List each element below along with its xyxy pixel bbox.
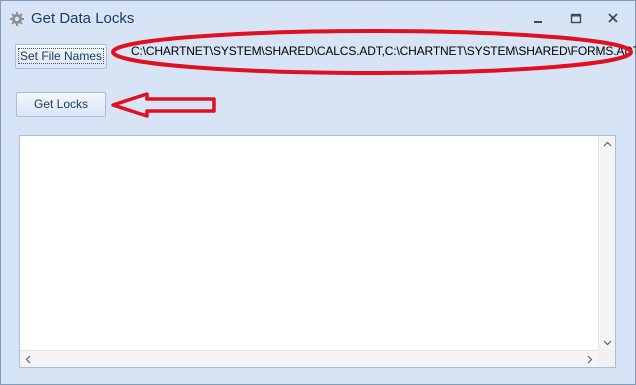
vertical-scrollbar[interactable]	[598, 136, 615, 351]
scroll-right-arrow-icon[interactable]	[581, 351, 598, 368]
maximize-icon	[570, 13, 582, 24]
minimize-button[interactable]	[527, 10, 549, 28]
minimize-icon	[534, 21, 542, 23]
file-names-text: C:\CHARTNET\SYSTEM\SHARED\CALCS.ADT,C:\C…	[131, 44, 636, 58]
horizontal-scrollbar[interactable]	[20, 350, 598, 367]
get-data-locks-window: Get Data Locks Set File Names C:\CHARTNE…	[0, 0, 636, 385]
scrollbar-corner	[598, 350, 615, 367]
set-file-names-button[interactable]: Set File Names	[15, 44, 107, 69]
gear-icon	[9, 11, 25, 27]
get-locks-button[interactable]: Get Locks	[16, 92, 106, 117]
set-file-names-label: Set File Names	[17, 48, 105, 64]
locks-results-list[interactable]	[19, 135, 616, 368]
close-icon	[608, 13, 618, 23]
scroll-down-arrow-icon[interactable]	[599, 334, 616, 351]
scroll-up-arrow-icon[interactable]	[599, 136, 616, 153]
get-locks-arrow-annotation	[111, 92, 216, 118]
window-title: Get Data Locks	[31, 10, 135, 27]
maximize-button[interactable]	[565, 10, 587, 28]
close-button[interactable]	[602, 10, 624, 28]
get-locks-label: Get Locks	[33, 97, 89, 111]
title-bar[interactable]: Get Data Locks	[1, 1, 635, 37]
scroll-left-arrow-icon[interactable]	[20, 351, 37, 368]
